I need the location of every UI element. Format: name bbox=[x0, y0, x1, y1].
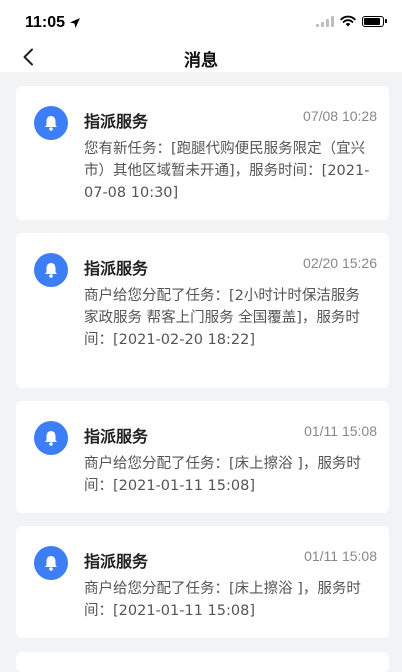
bell-icon bbox=[34, 106, 68, 140]
status-time: 11:05 bbox=[25, 14, 81, 32]
message-card-partial[interactable] bbox=[16, 652, 389, 672]
message-card[interactable]: 指派服务 01/11 15:08 商户给您分配了任务：[床上擦浴 ]，服务时间：… bbox=[16, 401, 389, 513]
wifi-icon bbox=[340, 15, 356, 27]
cellular-signal-icon bbox=[316, 15, 334, 27]
bell-icon bbox=[34, 253, 68, 287]
clock-text: 11:05 bbox=[25, 14, 66, 31]
message-card[interactable]: 指派服务 07/08 10:28 您有新任务：[跑腿代购便民服务限定（宜兴市）其… bbox=[16, 86, 389, 220]
bell-icon bbox=[34, 421, 68, 455]
battery-icon bbox=[362, 15, 387, 27]
message-time: 02/20 15:26 bbox=[303, 255, 377, 271]
message-title: 指派服务 bbox=[84, 259, 149, 278]
bell-icon bbox=[34, 546, 68, 580]
message-title: 指派服务 bbox=[84, 112, 149, 131]
status-bar: 11:05 bbox=[0, 0, 402, 44]
status-indicators bbox=[316, 15, 387, 27]
nav-bar: 消息 bbox=[0, 44, 402, 72]
message-time: 07/08 10:28 bbox=[303, 108, 377, 124]
page-title: 消息 bbox=[184, 51, 218, 71]
message-time: 01/11 15:08 bbox=[304, 548, 377, 564]
location-arrow-icon bbox=[70, 18, 81, 28]
message-content: 商户给您分配了任务：[2小时计时保洁服务 家政服务 帮客上门服务 全国覆盖]，服… bbox=[84, 288, 360, 348]
message-content: 商户给您分配了任务：[床上擦浴 ]，服务时间：[2021-01-11 15:08… bbox=[84, 581, 361, 619]
message-title: 指派服务 bbox=[84, 427, 149, 446]
message-content: 商户给您分配了任务：[床上擦浴 ]，服务时间：[2021-01-11 15:08… bbox=[84, 456, 361, 494]
message-time: 01/11 15:08 bbox=[304, 423, 377, 439]
message-title: 指派服务 bbox=[84, 552, 149, 571]
message-card[interactable]: 指派服务 02/20 15:26 商户给您分配了任务：[2小时计时保洁服务 家政… bbox=[16, 233, 389, 388]
message-content: 您有新任务：[跑腿代购便民服务限定（宜兴市）其他区域暂未开通]，服务时间：[20… bbox=[84, 141, 370, 201]
message-card[interactable]: 指派服务 01/11 15:08 商户给您分配了任务：[床上擦浴 ]，服务时间：… bbox=[16, 526, 389, 638]
